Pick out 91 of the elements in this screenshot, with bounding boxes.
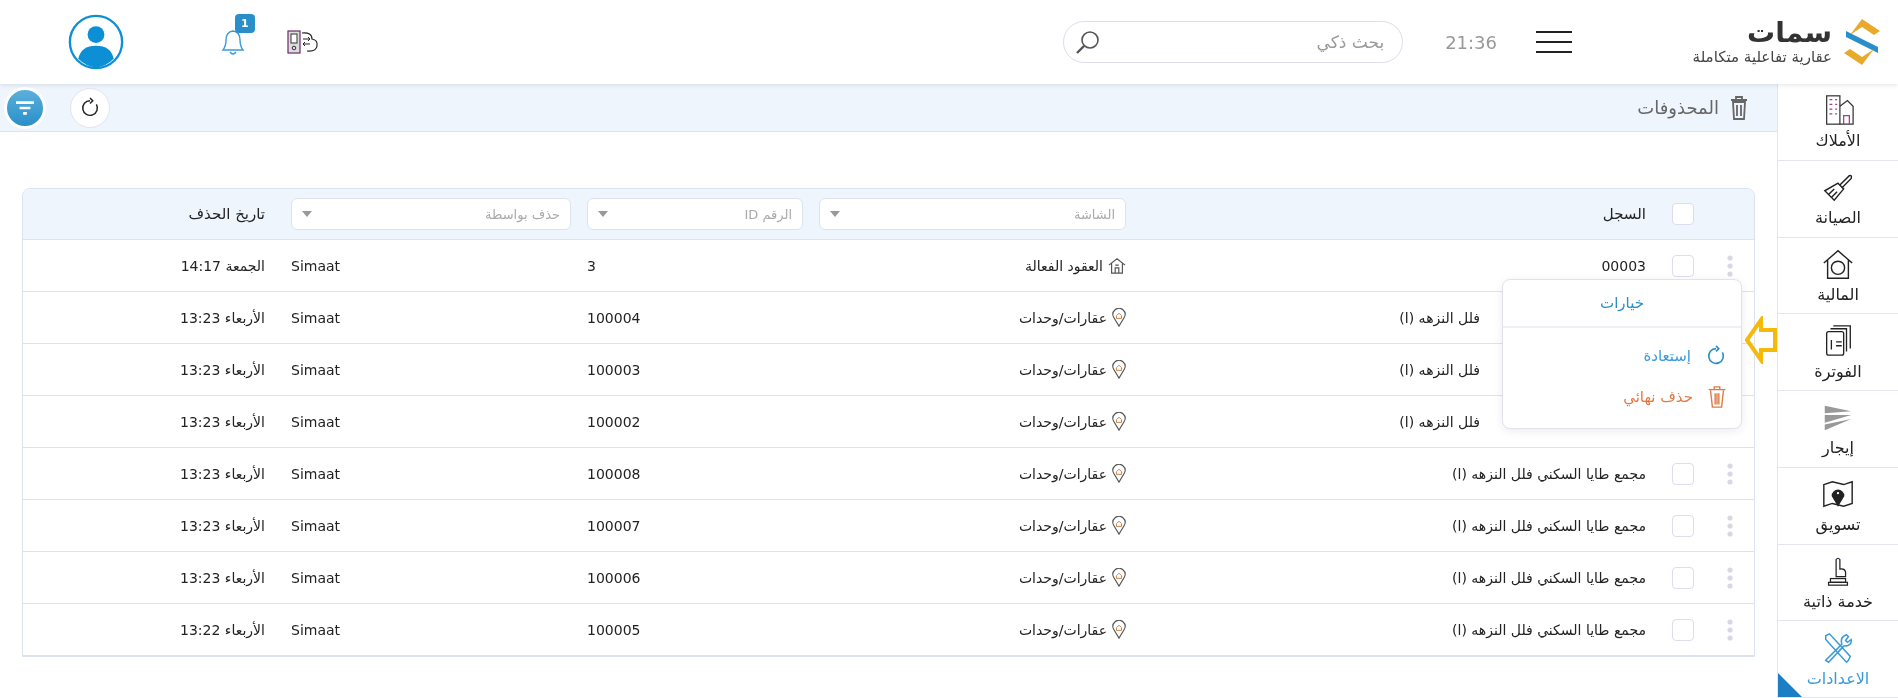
search-field[interactable]: بحث ذكي xyxy=(1063,21,1404,63)
checkbox[interactable] xyxy=(1672,618,1694,641)
table-cell: الأربعاء 13:23 xyxy=(180,309,265,326)
table-cell: Simaat xyxy=(291,621,341,638)
table-cell: الأربعاء 13:23 xyxy=(180,465,265,482)
more-icon[interactable] xyxy=(1727,618,1733,641)
sidebar-item[interactable]: الأملاك xyxy=(1778,84,1898,161)
device-sync-icon[interactable] xyxy=(287,30,319,54)
caret-icon xyxy=(830,211,840,217)
table-cell: Simaat xyxy=(291,465,341,482)
sidebar-item[interactable]: المالية xyxy=(1778,237,1898,315)
checkbox[interactable] xyxy=(1672,254,1694,277)
table-cell: 100005 xyxy=(587,621,641,638)
table-cell: Simaat xyxy=(291,413,341,430)
table-cell: مجمع طايا السكني فلل النزهه (ا) xyxy=(1452,465,1646,482)
sidebar-item[interactable]: خدمة ذاتية xyxy=(1778,544,1898,622)
table-cell: فلل النزهه (ا) xyxy=(1399,309,1480,326)
table-cell: مجمع طايا السكني فلل النزهه (ا) xyxy=(1452,621,1646,638)
menu-title: خيارات xyxy=(1503,280,1741,328)
table-cell: مجمع طايا السكني فلل النزهه (ا) xyxy=(1452,517,1646,534)
refresh-icon xyxy=(1705,345,1727,367)
brand-name: سمات xyxy=(1747,17,1832,49)
checkbox[interactable] xyxy=(1672,566,1694,589)
table-cell: Simaat xyxy=(291,361,341,378)
filter-icon xyxy=(14,98,36,117)
table-cell: عقارات/وحدات xyxy=(1018,309,1107,326)
more-icon[interactable] xyxy=(1727,462,1733,485)
table-cell: 100006 xyxy=(587,569,641,586)
table-cell: 3 xyxy=(587,257,596,274)
search-icon[interactable] xyxy=(1075,29,1102,55)
house-icon xyxy=(1108,256,1126,275)
pin-icon xyxy=(1112,568,1126,587)
more-icon[interactable] xyxy=(1727,566,1733,589)
selection-corner xyxy=(1778,673,1802,697)
pin-icon xyxy=(1112,516,1126,535)
table-cell: 100003 xyxy=(587,361,641,378)
trash-icon xyxy=(1707,385,1727,409)
table-cell: فلل النزهه (ا) xyxy=(1399,413,1480,430)
table-cell: الجمعة 14:17 xyxy=(180,257,265,274)
table-cell: Simaat xyxy=(291,309,341,326)
table-cell: 100004 xyxy=(587,309,641,326)
checkbox[interactable] xyxy=(1672,514,1694,537)
table-cell: الأربعاء 13:22 xyxy=(180,621,265,638)
logo-icon xyxy=(1842,17,1882,67)
sidebar-item[interactable]: الصيانة xyxy=(1778,160,1898,238)
table-cell: 100008 xyxy=(587,465,641,482)
clock-time: 21:36 xyxy=(1445,31,1497,53)
table-cell: Simaat xyxy=(291,257,341,274)
checkbox[interactable] xyxy=(1672,462,1694,485)
table-cell: الأربعاء 13:23 xyxy=(180,569,265,586)
table-cell: عقارات/وحدات xyxy=(1018,569,1107,586)
pin-icon xyxy=(1112,360,1126,379)
filter-button[interactable] xyxy=(4,86,46,129)
refresh-button[interactable] xyxy=(70,87,110,128)
more-icon[interactable] xyxy=(1727,254,1733,277)
table-cell: عقارات/وحدات xyxy=(1018,413,1107,430)
table-cell: عقارات/وحدات xyxy=(1018,517,1107,534)
table-cell: عقارات/وحدات xyxy=(1018,621,1107,638)
brand-tagline: عقارية تفاعلية متكاملة xyxy=(1692,48,1832,67)
table-cell: العقود الفعالة xyxy=(1025,257,1103,274)
sidebar-item[interactable]: تسويق xyxy=(1778,467,1898,545)
notification-badge: 1 xyxy=(235,13,255,33)
table-cell: الأربعاء 13:23 xyxy=(180,517,265,534)
sidebar-item[interactable]: إيجار xyxy=(1778,391,1898,468)
avatar-icon[interactable] xyxy=(68,14,124,70)
caret-icon xyxy=(598,211,608,217)
pin-icon xyxy=(1112,464,1126,483)
menu-icon[interactable] xyxy=(1535,30,1573,54)
page-title: المحذوفات xyxy=(1637,97,1719,118)
table-cell: عقارات/وحدات xyxy=(1018,465,1107,482)
trash-icon xyxy=(1729,94,1749,121)
table-cell: عقارات/وحدات xyxy=(1018,361,1107,378)
column-header: السجل xyxy=(1602,205,1646,223)
pin-icon xyxy=(1112,308,1126,327)
table-cell: الأربعاء 13:23 xyxy=(180,361,265,378)
table-cell: Simaat xyxy=(291,569,341,586)
table-cell: 00003 xyxy=(1601,257,1646,274)
column-header: تاريخ الحذف xyxy=(188,205,265,223)
refresh-icon xyxy=(79,96,101,119)
table-cell: مجمع طايا السكني فلل النزهه (ا) xyxy=(1452,569,1646,586)
pin-icon xyxy=(1112,412,1126,431)
sidebar-item[interactable]: الفوترة xyxy=(1778,314,1898,391)
table-cell: الأربعاء 13:23 xyxy=(180,413,265,430)
checkbox[interactable] xyxy=(1672,203,1694,225)
table-cell: 100002 xyxy=(587,413,641,430)
pin-icon xyxy=(1112,620,1126,639)
caret-icon xyxy=(302,211,312,217)
table-cell: 100007 xyxy=(587,517,641,534)
more-icon[interactable] xyxy=(1727,514,1733,537)
table-cell: فلل النزهه (ا) xyxy=(1399,361,1480,378)
table-cell: Simaat xyxy=(291,517,341,534)
